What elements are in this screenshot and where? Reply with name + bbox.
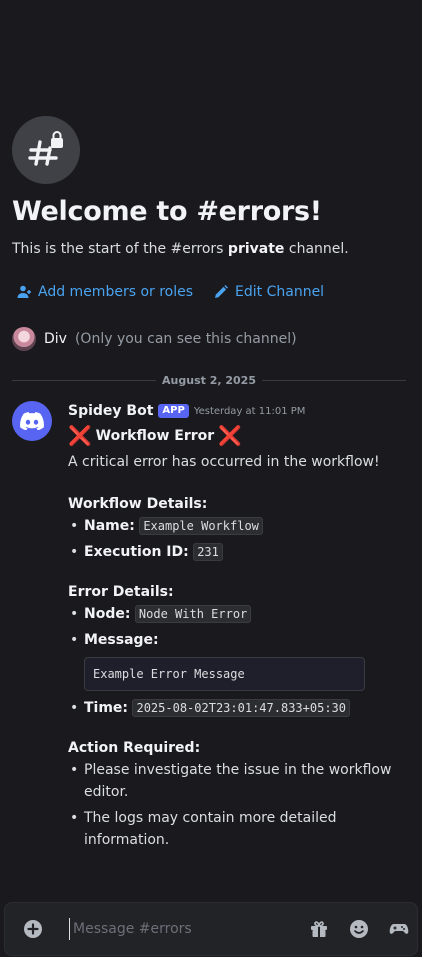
add-members-button[interactable]: Add members or roles	[16, 284, 193, 300]
edit-channel-label: Edit Channel	[235, 284, 325, 300]
name-value: Example Workflow	[139, 517, 263, 535]
welcome-subtitle: This is the start of the #errors private…	[12, 241, 349, 257]
message-header: Spidey Bot APP Yesterday at 11:01 PM	[68, 401, 408, 421]
error-details-list: Node: Node With Error Message:	[68, 603, 408, 651]
visibility-user[interactable]: Div	[44, 331, 67, 347]
message: Spidey Bot APP Yesterday at 11:01 PM ❌ W…	[68, 401, 408, 855]
chat-view: Welcome to #errors! This is the start of…	[0, 0, 422, 957]
add-members-label: Add members or roles	[38, 284, 194, 300]
error-details-heading: Error Details:	[68, 584, 174, 600]
time-value: 2025-08-02T23:01:47.833+05:30	[132, 699, 350, 717]
divider-line-left	[12, 379, 157, 381]
exec-value: 231	[193, 543, 223, 561]
time-label: Time:	[84, 700, 129, 716]
pencil-icon	[213, 284, 229, 300]
bot-avatar[interactable]	[12, 401, 52, 441]
divider-date: August 2, 2025	[162, 373, 256, 387]
message-timestamp[interactable]: Yesterday at 11:01 PM	[194, 406, 306, 417]
message-composer	[4, 902, 418, 956]
private-channel-icon	[12, 116, 80, 184]
action-list: Please investigate the issue in the work…	[68, 759, 408, 851]
visibility-note: (Only you can see this channel)	[74, 331, 297, 347]
gamepad-icon[interactable]	[389, 919, 409, 939]
error-time-list: Time: 2025-08-02T23:01:47.833+05:30	[68, 697, 408, 719]
cross-mark-icon: ❌	[218, 425, 242, 447]
edit-channel-button[interactable]: Edit Channel	[213, 284, 324, 300]
welcome-sub-private: private	[227, 241, 285, 257]
action-required-heading: Action Required:	[68, 740, 201, 756]
plus-circle-icon[interactable]	[23, 919, 43, 939]
name-label: Name:	[84, 518, 135, 534]
message-title-text: Workflow Error	[95, 428, 215, 444]
date-divider: August 2, 2025	[12, 372, 406, 388]
channel-actions: Add members or roles Edit Channel	[16, 284, 324, 300]
message-title: ❌ Workflow Error ❌	[68, 425, 408, 447]
avatar[interactable]	[12, 327, 36, 351]
exec-label: Execution ID:	[84, 544, 189, 560]
node-value: Node With Error	[134, 605, 252, 623]
welcome-sub-suffix: channel.	[284, 241, 349, 257]
node-label: Node:	[84, 606, 131, 622]
welcome-title: Welcome to #errors!	[12, 196, 322, 227]
message-label: Message:	[84, 632, 159, 648]
list-item: Please investigate the issue in the work…	[68, 759, 408, 803]
error-message-codeblock: Example Error Message	[84, 657, 365, 691]
cross-mark-icon: ❌	[68, 425, 92, 447]
message-intro: A critical error has occurred in the wor…	[68, 454, 380, 470]
list-item: The logs may contain more detailed infor…	[68, 807, 408, 851]
emoji-icon[interactable]	[349, 919, 369, 939]
gift-icon[interactable]	[309, 919, 329, 939]
add-person-icon	[16, 284, 32, 300]
discord-logo-icon	[20, 412, 44, 430]
list-item: Message:	[68, 629, 408, 651]
list-item: Node: Node With Error	[68, 603, 408, 625]
workflow-details-list: Name: Example Workflow Execution ID: 231	[68, 515, 408, 563]
channel-visibility: Div (Only you can see this channel)	[12, 327, 297, 351]
workflow-details-heading: Workflow Details:	[68, 496, 208, 512]
list-item: Name: Example Workflow	[68, 515, 408, 537]
message-author[interactable]: Spidey Bot	[68, 403, 153, 419]
message-input[interactable]	[69, 918, 289, 940]
welcome-sub-prefix: This is the start of the #errors	[12, 241, 228, 257]
list-item: Time: 2025-08-02T23:01:47.833+05:30	[68, 697, 408, 719]
app-badge: APP	[158, 404, 189, 418]
divider-line-right	[261, 379, 406, 381]
list-item: Execution ID: 231	[68, 541, 408, 563]
